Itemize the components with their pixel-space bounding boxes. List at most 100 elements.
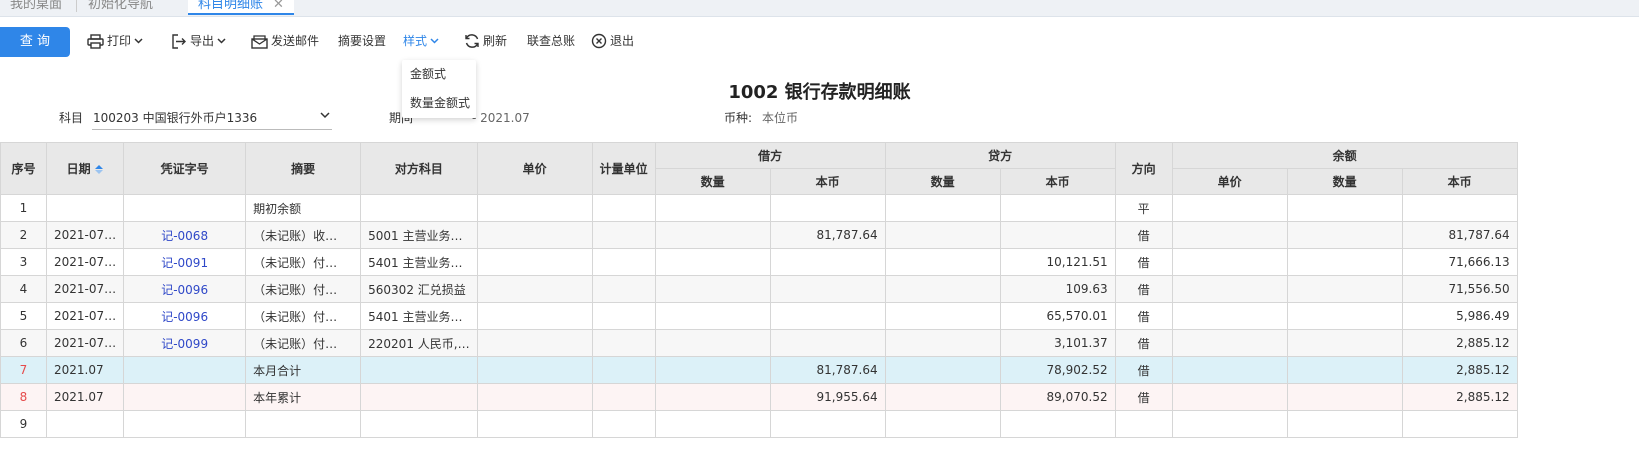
sort-icon[interactable] [94,164,104,175]
style-menu: 金额式 数量金额式 [402,60,476,118]
voucher-link[interactable]: 记-0091 [161,256,208,270]
cell-direction: 平 [1114,194,1173,222]
cell-balance-qty [1286,221,1403,249]
cell-voucher [123,356,247,384]
cell-counter-account [360,356,478,384]
cell-direction: 借 [1114,329,1173,357]
cell-unit-price [476,275,593,303]
close-icon[interactable]: ✕ [273,0,284,12]
cell-unit [591,302,656,330]
refresh-button[interactable]: 刷新 [464,26,507,56]
style-label: 样式 [403,34,428,48]
table-row[interactable]: 9 [0,410,1518,438]
cell-balance-amount: 2,885.12 [1401,383,1518,411]
header-balance-qty: 数量 [1286,168,1403,195]
cell-unit-price [476,410,593,438]
cell-counter-account [360,383,478,411]
cell-voucher [123,194,247,222]
cell-seq: 7 [0,356,47,384]
cell-balance-qty [1286,275,1403,303]
cell-seq: 6 [0,329,47,357]
cell-credit-amount [999,410,1116,438]
send-mail-button[interactable]: 发送邮件 [251,26,319,56]
linked-ledger-label: 联查总账 [527,34,576,48]
exit-button[interactable]: 退出 [591,26,634,56]
refresh-label: 刷新 [483,34,508,48]
cell-credit-qty [884,383,1001,411]
tab-init-guide[interactable]: 初始化导航 [88,0,153,15]
tab-my-desktop[interactable]: 我的桌面 [10,0,62,15]
cell-balance-amount [1401,194,1518,222]
tab-bar: 我的桌面 初始化导航 科目明细账 ✕ [0,0,1639,17]
style-menu-item-qty-amount[interactable]: 数量金额式 [402,89,476,118]
table-row[interactable]: 3 2021-07… 记-0091 （未记账）付… 5401 主营业务… 10,… [0,248,1518,276]
cell-balance-qty [1286,356,1403,384]
cell-debit-qty [654,194,771,222]
cell-seq: 9 [0,410,47,438]
cell-credit-qty [884,329,1001,357]
cell-date: 2021-07… [45,302,125,330]
export-button[interactable]: 导出 [171,26,226,56]
cell-seq: 8 [0,383,47,411]
cell-balance-qty [1286,383,1403,411]
style-menu-item-amount[interactable]: 金额式 [402,60,476,89]
cell-counter-account [360,194,478,222]
subject-select[interactable]: 100203 中国银行外币户1336 [92,108,332,130]
cell-direction: 借 [1114,275,1173,303]
cell-voucher: 记-0068 [123,221,247,249]
table-row[interactable]: 1 期初余额 平 [0,194,1518,222]
cell-unit-price [476,302,593,330]
voucher-link[interactable]: 记-0099 [161,337,208,351]
tab-subject-ledger-label: 科目明细账 [198,0,264,12]
header-date[interactable]: 日期 [45,142,125,195]
header-summary: 摘要 [245,142,362,195]
cell-balance-qty [1286,410,1403,438]
cell-credit-amount [999,221,1116,249]
cell-balance-unit-price [1171,410,1288,438]
table-row[interactable]: 6 2021-07… 记-0099 （未记账）付… 220201 人民币,… 3… [0,329,1518,357]
cell-counter-account: 220201 人民币,… [360,329,478,357]
period-value[interactable]: - 2021.07 [472,108,530,130]
cell-credit-amount: 78,902.52 [999,356,1116,384]
printer-icon [87,33,104,49]
header-credit-qty: 数量 [884,168,1001,195]
linked-ledger-button[interactable]: 联查总账 [527,26,575,56]
voucher-link[interactable]: 记-0068 [161,229,208,243]
cell-direction: 借 [1114,221,1173,249]
cell-credit-amount: 109.63 [999,275,1116,303]
cell-summary: （未记账）付… [245,275,362,303]
query-button[interactable]: 查 询 [0,27,70,57]
cell-balance-unit-price [1171,275,1288,303]
header-direction: 方向 [1114,142,1173,195]
header-date-label: 日期 [66,162,91,176]
table-row-year-total[interactable]: 8 2021.07 本年累计 91,955.64 89,070.52 借 2,8… [0,383,1518,411]
summary-settings-button[interactable]: 摘要设置 [338,26,386,56]
cell-seq: 1 [0,194,47,222]
cell-counter-account: 5001 主营业务… [360,221,478,249]
print-button[interactable]: 打印 [87,26,143,56]
cell-summary: （未记账）付… [245,329,362,357]
cell-unit-price [476,383,593,411]
tab-subject-ledger[interactable]: 科目明细账 ✕ [188,0,294,15]
table-row-month-total[interactable]: 7 2021.07 本月合计 81,787.64 78,902.52 借 2,8… [0,356,1518,384]
style-dropdown-button[interactable]: 样式 [403,26,439,56]
cell-seq: 2 [0,221,47,249]
cell-unit [591,410,656,438]
print-label: 打印 [107,34,132,48]
table-row[interactable]: 2 2021-07… 记-0068 （未记账）收… 5001 主营业务… 81,… [0,221,1518,249]
cell-credit-amount [999,194,1116,222]
cell-balance-unit-price [1171,383,1288,411]
cell-credit-amount: 3,101.37 [999,329,1116,357]
cell-credit-qty [884,275,1001,303]
cell-counter-account: 560302 汇兑损益 [360,275,478,303]
voucher-link[interactable]: 记-0096 [161,283,208,297]
voucher-link[interactable]: 记-0096 [161,310,208,324]
cell-balance-unit-price [1171,356,1288,384]
table-row[interactable]: 5 2021-07… 记-0096 （未记账）付… 5401 主营业务… 65,… [0,302,1518,330]
cell-credit-amount: 89,070.52 [999,383,1116,411]
cell-voucher: 记-0096 [123,302,247,330]
table-row[interactable]: 4 2021-07… 记-0096 （未记账）付… 560302 汇兑损益 10… [0,275,1518,303]
header-unit-price: 单价 [476,142,593,195]
cell-seq: 3 [0,248,47,276]
cell-debit-qty [654,248,771,276]
